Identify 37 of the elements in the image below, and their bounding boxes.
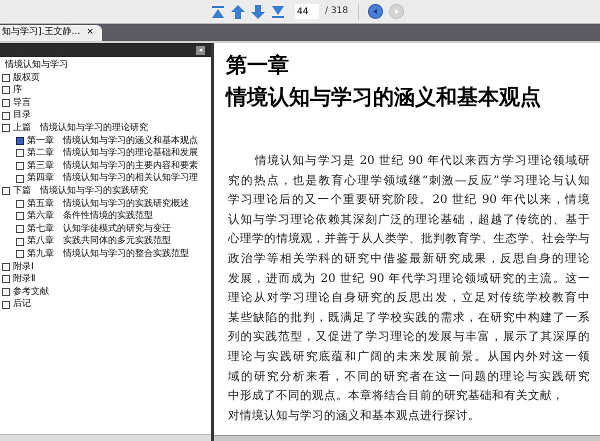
tree-item[interactable]: 第八章 实践共同体的多元实践范型 [16, 235, 211, 248]
go-button[interactable] [367, 4, 384, 20]
arrow-to-bar-icon [270, 4, 286, 20]
tree-item[interactable]: 序 [2, 84, 211, 97]
tree-item[interactable]: 第五章 情境认知与学习的实践研究概述 [16, 198, 211, 210]
next-page-button[interactable] [249, 2, 267, 20]
tree-item[interactable]: 附录Ⅰ [2, 260, 211, 274]
arrow-to-bar-icon [210, 4, 226, 20]
page-total: / 318 [325, 4, 348, 18]
tree-item[interactable]: 第九章 情境认知与学习的整合实践范型 [16, 248, 211, 260]
horizontal-scrollbar[interactable] [0, 434, 211, 441]
tree-item[interactable]: 后记 [2, 298, 211, 311]
document-tab[interactable]: 知与学习].王文静… × [0, 25, 102, 41]
tree-item[interactable]: 上篇 情境认知与学习的理论研究 [2, 122, 211, 135]
tab-label: 知与学习].王文静… [2, 26, 80, 40]
chapter-title: 情境认知与学习的涵义和基本观点 [226, 84, 542, 111]
close-tab-button[interactable]: × [86, 26, 94, 40]
chapter-number: 第一章 [226, 52, 290, 79]
prev-page-button[interactable] [229, 2, 247, 20]
arrow-icon [250, 4, 266, 20]
page-number-field[interactable]: 44 [295, 4, 319, 19]
tree-item[interactable]: 第四章 情境认知与学习的相关认知学习理 [16, 172, 211, 185]
tree-item[interactable]: 附录Ⅱ [2, 273, 211, 286]
page-scrollbar[interactable] [214, 435, 600, 441]
tree-item[interactable]: 第二章 情境认知与学习的理论基础和发展 [16, 147, 211, 160]
tree-item[interactable]: 参考文献 [2, 286, 211, 298]
tree-item[interactable]: 导言 [2, 96, 211, 110]
tree-item[interactable]: 第六章 条件性情境的实践范型 [16, 210, 211, 223]
arrow-icon [230, 4, 246, 20]
tree-item[interactable]: 版权页 [2, 72, 211, 84]
body-paragraph: 情境认知与学习是 20 世纪 90 年代以来西方学习理论领域研 究的热点，也是教育心理学领域继“刺激—反应”学习理论与认知 学习理论后的又一个重要研究阶段。20 世纪 90 年代以来，情境 认知与学习理论依赖其深刻广泛的理论基础，超越了传统的、基于 心理学的情境观，并善于从人类学、批判教育学、生态学、社会学与 政治学等相关学科的研究中借鉴最新研究成果，反思自身的理论 发展，进而成为 20 世纪 90 年代学习理论领域研究的主流。这一 理论从对学习理论自身研究的反思出发，立足对传统学校教育中 某些缺陷的批判，既满足了学校实践的需求，在研究中构建了一系 列的实践范型，又促进了学习理论的发展与丰富，展示了其深厚的 理论与实践研究底蕴和广阔的未来发展前景。从国内外对这一领 域的研究分析来看，不同的研究者在这一问题的理论与实践研究 中形成了不同的观点。本章将结合目前的研究基础和有关文献， 对情境认知与学习的涵义和基本观点进行探讨。 [228, 152, 590, 424]
tree-item[interactable]: 下篇 情境认知与学习的实践研究 [2, 184, 211, 198]
tree-item[interactable]: 第一章 情境认知与学习的涵义和基本观点 [16, 134, 211, 148]
tree-item[interactable]: 第七章 认知学徒模式的研究与变迁 [16, 222, 211, 236]
tree-root[interactable]: 情境认知与学习 [2, 59, 211, 72]
tree-item[interactable]: 第三章 情境认知与学习的主要内容和要素 [16, 160, 211, 172]
tree-item[interactable]: 目录 [2, 109, 211, 122]
